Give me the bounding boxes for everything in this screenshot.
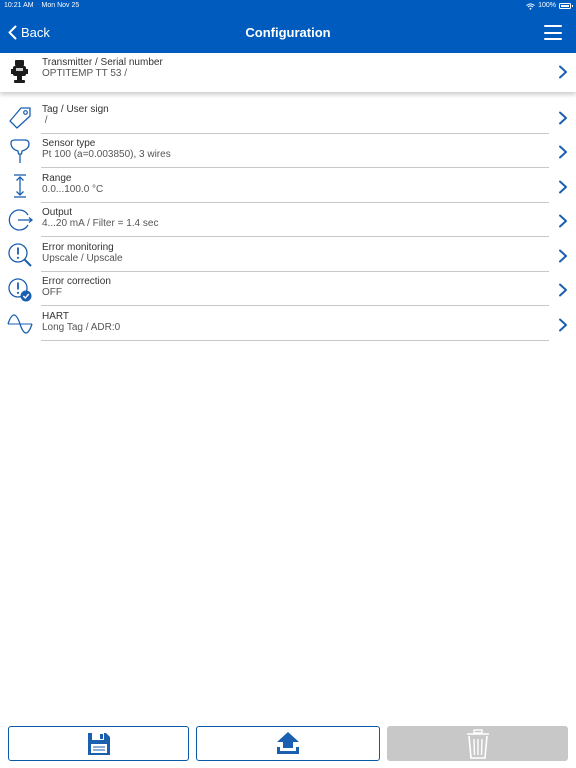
row-title: Error correction [42,276,111,287]
chevron-right-icon [559,111,567,125]
row-divider [41,340,549,341]
chevron-right-icon [559,283,567,297]
row-error-correction[interactable]: Error correction OFF [0,272,576,306]
battery-percent: 100% [538,2,556,9]
tag-icon [9,107,31,129]
output-icon [8,209,34,231]
transmitter-device-icon [11,60,28,83]
range-arrows-icon [14,174,26,198]
delete-button[interactable] [387,726,568,761]
row-error-monitoring[interactable]: Error monitoring Upscale / Upscale [0,238,576,272]
row-value: / [42,115,48,126]
page-title: Configuration [245,25,331,40]
row-output[interactable]: Output 4...20 mA / Filter = 1.4 sec [0,203,576,237]
save-button[interactable] [8,726,189,761]
row-title: Output [42,207,73,218]
upload-icon [277,731,299,754]
bottom-toolbar [0,724,576,768]
app-window: 10:21 AM Mon Nov 25 100% Back Configurat… [0,0,576,768]
row-title: Range [42,173,72,184]
row-value: Upscale / Upscale [42,253,123,264]
chevron-right-icon [559,180,567,194]
row-value: 4...20 mA / Filter = 1.4 sec [42,218,159,229]
row-divider [41,305,549,306]
wifi-icon [526,2,535,10]
nav-bar: Back Configuration [0,12,576,53]
row-title: Tag / User sign [42,104,109,115]
trash-icon [466,728,489,759]
transmitter-title: Transmitter / Serial number [42,57,163,68]
sensor-probe-icon [10,139,30,163]
row-divider [41,236,549,237]
chevron-right-icon [559,65,567,79]
row-value: Pt 100 (a=0.003850), 3 wires [42,149,171,160]
back-button[interactable]: Back [8,12,50,53]
hamburger-menu-icon[interactable] [544,25,562,40]
chevron-right-icon [559,249,567,263]
status-bar: 10:21 AM Mon Nov 25 100% [0,0,576,12]
status-time: 10:21 AM [4,2,34,9]
hart-wave-icon [7,314,33,334]
chevron-right-icon [559,214,567,228]
chevron-right-icon [559,145,567,159]
floppy-disk-icon [87,732,110,755]
row-title: HART [42,311,70,322]
row-sensor-type[interactable]: Sensor type Pt 100 (a=0.003850), 3 wires [0,134,576,168]
error-monitoring-icon [8,243,32,267]
row-range[interactable]: Range 0.0...100.0 °C [0,169,576,203]
row-title: Sensor type [42,138,96,149]
transmitter-value: OPTITEMP TT 53 / [42,68,128,79]
row-divider [41,167,549,168]
chevron-right-icon [559,318,567,332]
row-title: Error monitoring [42,242,114,253]
chevron-left-icon [8,25,17,40]
row-hart[interactable]: HART Long Tag / ADR:0 [0,307,576,341]
row-value: Long Tag / ADR:0 [42,322,121,333]
row-value: OFF [42,287,62,298]
error-correction-icon [8,278,32,302]
battery-icon [559,3,573,9]
upload-button[interactable] [196,726,380,761]
row-value: 0.0...100.0 °C [42,184,104,195]
back-label: Back [21,25,50,40]
status-date: Mon Nov 25 [41,2,80,9]
row-tag-user-sign[interactable]: Tag / User sign / [0,100,576,134]
transmitter-row[interactable]: Transmitter / Serial number OPTITEMP TT … [0,53,576,92]
